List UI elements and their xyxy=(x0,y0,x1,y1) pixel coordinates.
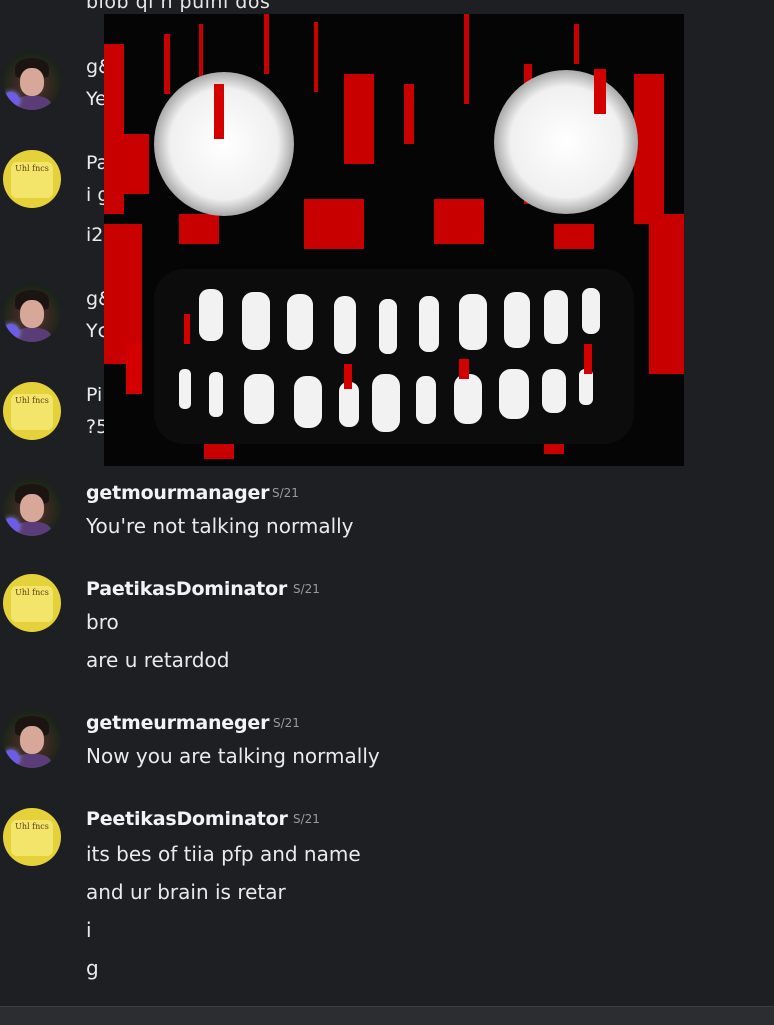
avatar-label: Uhl fncs xyxy=(11,162,53,198)
timestamp: S/21 xyxy=(273,716,300,730)
username[interactable]: getmeurmaneger xyxy=(86,712,269,734)
message-text: i xyxy=(86,918,92,942)
message-text: its bes of tiia pfp and name xyxy=(86,842,361,866)
username[interactable]: PeetikasDominator xyxy=(86,808,288,830)
avatar[interactable] xyxy=(3,710,61,768)
message-text: i2 xyxy=(86,224,104,246)
avatar-label: Uhl fncs xyxy=(11,820,53,856)
status-badge-icon xyxy=(3,92,19,108)
avatar-label: Uhl fncs xyxy=(11,394,53,430)
avatar[interactable] xyxy=(3,478,61,536)
timestamp: S/21 xyxy=(272,486,299,500)
message-text: are u retardod xyxy=(86,648,230,672)
message-text: and ur brain is retar xyxy=(86,880,286,904)
avatar[interactable]: Uhl fncs xyxy=(3,574,61,632)
avatar[interactable]: Uhl fncs xyxy=(3,150,61,208)
scary-face-icon xyxy=(104,14,684,466)
scary-face-image[interactable] xyxy=(104,14,684,466)
status-badge-icon xyxy=(3,518,19,534)
username[interactable]: Pi xyxy=(86,384,102,406)
avatar[interactable] xyxy=(3,52,61,110)
message-input-bar[interactable] xyxy=(0,1006,774,1025)
message-text: Now you are talking normally xyxy=(86,744,380,768)
message-text: bro xyxy=(86,610,119,634)
status-badge-icon xyxy=(3,750,19,766)
timestamp: S/21 xyxy=(293,582,320,596)
cut-off-text: blob qi n pulni dos xyxy=(86,0,271,13)
avatar-label: Uhl fncs xyxy=(11,586,53,622)
username[interactable]: PaetikasDominator xyxy=(86,578,287,600)
avatar[interactable]: Uhl fncs xyxy=(3,382,61,440)
avatar[interactable]: Uhl fncs xyxy=(3,808,61,866)
username[interactable]: getmourmanager xyxy=(86,482,270,504)
message-text: You're not talking normally xyxy=(86,514,354,538)
avatar[interactable] xyxy=(3,284,61,342)
timestamp: S/21 xyxy=(293,812,320,826)
message-text: g xyxy=(86,956,99,980)
status-badge-icon xyxy=(3,324,19,340)
